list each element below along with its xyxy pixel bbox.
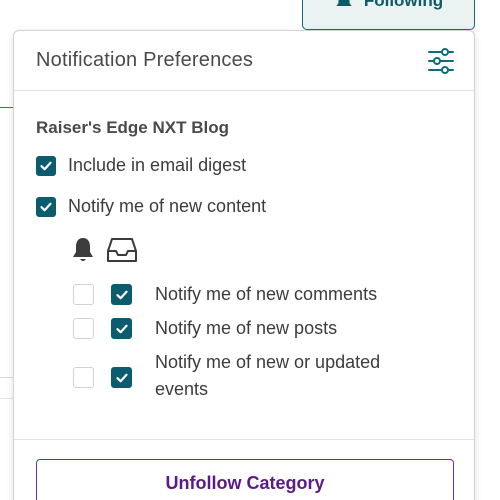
notification-preferences-popover: Notification Preferences Raiser's Edge N…	[13, 30, 475, 500]
inbox-icon	[106, 236, 138, 269]
popover-title: Notification Preferences	[36, 49, 254, 71]
posts-inbox-checkbox[interactable]	[111, 318, 132, 339]
events-label: Notify me of new or updated events	[155, 352, 381, 399]
option-email-digest[interactable]: Include in email digest	[36, 155, 246, 176]
sliders-icon[interactable]	[427, 47, 455, 75]
unfollow-category-button[interactable]: Unfollow Category	[36, 459, 454, 500]
page: Following Notification Preferences Raise…	[0, 0, 500, 500]
events-bell-checkbox[interactable]	[73, 367, 94, 388]
popover-header: Notification Preferences	[14, 31, 474, 91]
comments-inbox-checkbox[interactable]	[111, 284, 132, 305]
background-divider	[0, 398, 14, 399]
email-digest-label: Include in email digest	[68, 155, 247, 175]
bell-icon	[70, 236, 96, 269]
new-content-checkbox[interactable]	[36, 196, 56, 217]
option-new-content[interactable]: Notify me of new content	[36, 196, 266, 217]
posts-bell-checkbox[interactable]	[73, 318, 94, 339]
comments-label: Notify me of new comments	[155, 284, 378, 304]
following-label: Following	[363, 0, 444, 10]
background-divider	[0, 107, 14, 108]
popover-divider	[14, 439, 474, 440]
comments-bell-checkbox[interactable]	[73, 284, 94, 305]
email-digest-checkbox[interactable]	[36, 155, 56, 176]
background-divider	[0, 377, 14, 378]
new-content-label: Notify me of new content	[68, 196, 267, 216]
events-inbox-checkbox[interactable]	[111, 367, 132, 388]
following-button[interactable]: Following	[302, 0, 475, 30]
posts-label: Notify me of new posts	[155, 318, 338, 338]
category-name: Raiser's Edge NXT Blog	[36, 118, 229, 137]
bell-icon	[334, 0, 354, 11]
